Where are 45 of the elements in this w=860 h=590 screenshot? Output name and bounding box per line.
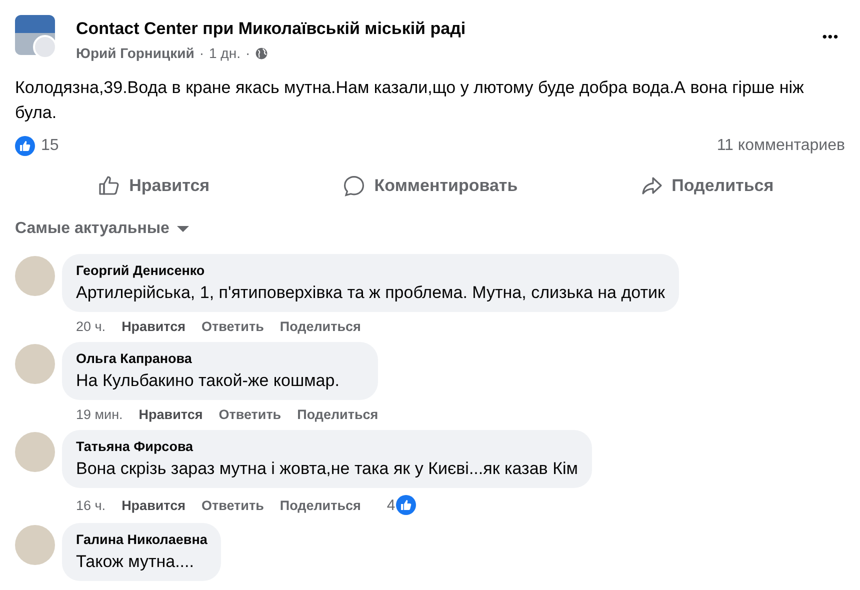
separator: · <box>245 45 250 61</box>
more-options-button[interactable]: ••• <box>822 15 845 44</box>
avatar[interactable] <box>15 256 55 296</box>
reply-link[interactable]: Ответить <box>201 498 264 512</box>
commenter-name[interactable]: Георгий Денисенко <box>76 263 665 278</box>
comment-text: Вона скрізь зараз мутна і жовта,не така як у Києві...як казав Кім <box>76 458 578 479</box>
comment-text: Артилерійська, 1, п'ятиповерхівка та ж проблема. Мутна, слизька на дотик <box>76 282 665 303</box>
comment-time[interactable]: 16 ч. <box>76 498 106 512</box>
commenter-name[interactable]: Ольга Капранова <box>76 351 364 366</box>
comment-text: Також мутна.... <box>76 551 195 572</box>
avatar-drawing[interactable] <box>15 15 57 59</box>
avatar[interactable] <box>15 525 55 565</box>
caret-icon <box>177 226 190 232</box>
share-link[interactable]: Поделиться <box>280 319 361 334</box>
like-link[interactable]: Нравится <box>122 498 186 512</box>
post-time[interactable]: 1 дн. <box>209 45 240 61</box>
like-button[interactable]: Нравится <box>15 170 292 202</box>
sort-dropdown[interactable]: Самые актуальные <box>15 220 190 238</box>
avatar[interactable] <box>15 432 55 472</box>
thumbs-up-icon <box>97 174 122 198</box>
like-reaction-icon[interactable] <box>396 495 416 515</box>
comment-text: На Кульбакино такой-же кошмар. <box>76 370 340 391</box>
globe-icon <box>255 46 268 60</box>
reply-link[interactable]: Ответить <box>218 407 282 422</box>
reaction-count[interactable]: 15 <box>41 137 59 155</box>
avatar[interactable] <box>15 344 55 384</box>
commenter-name[interactable]: Татьяна Фирсова <box>76 439 578 454</box>
post-text: Колодязна,39.Вода в кране якась мутна.Нам казали,що у лютому буде добра вода.А вона гірше ніж була. <box>15 77 805 124</box>
comment-time[interactable]: 20 ч. <box>76 319 106 334</box>
comment-time[interactable]: 19 мин. <box>76 407 123 422</box>
share-link[interactable]: Поделиться <box>280 498 361 512</box>
separator: · <box>199 45 204 61</box>
like-link[interactable]: Нравится <box>138 407 203 422</box>
comment-button[interactable]: Комментировать <box>292 170 568 202</box>
author-name[interactable]: Юрий Горницкий <box>76 45 194 61</box>
share-button[interactable]: Поделиться <box>568 170 846 202</box>
like-link[interactable]: Нравится <box>122 319 186 334</box>
like-reaction-icon[interactable] <box>15 136 35 156</box>
commenter-name[interactable]: Галина Николаевна <box>76 532 208 547</box>
page-name[interactable]: Contact Center при Миколаївській міській раді <box>76 19 804 39</box>
comment-count[interactable]: 11 комментариев <box>716 137 845 155</box>
share-link[interactable]: Поделиться <box>297 407 378 422</box>
reply-link[interactable]: Ответить <box>201 319 264 334</box>
speech-bubble-icon <box>342 174 366 198</box>
reaction-count[interactable]: 4 <box>386 496 396 514</box>
